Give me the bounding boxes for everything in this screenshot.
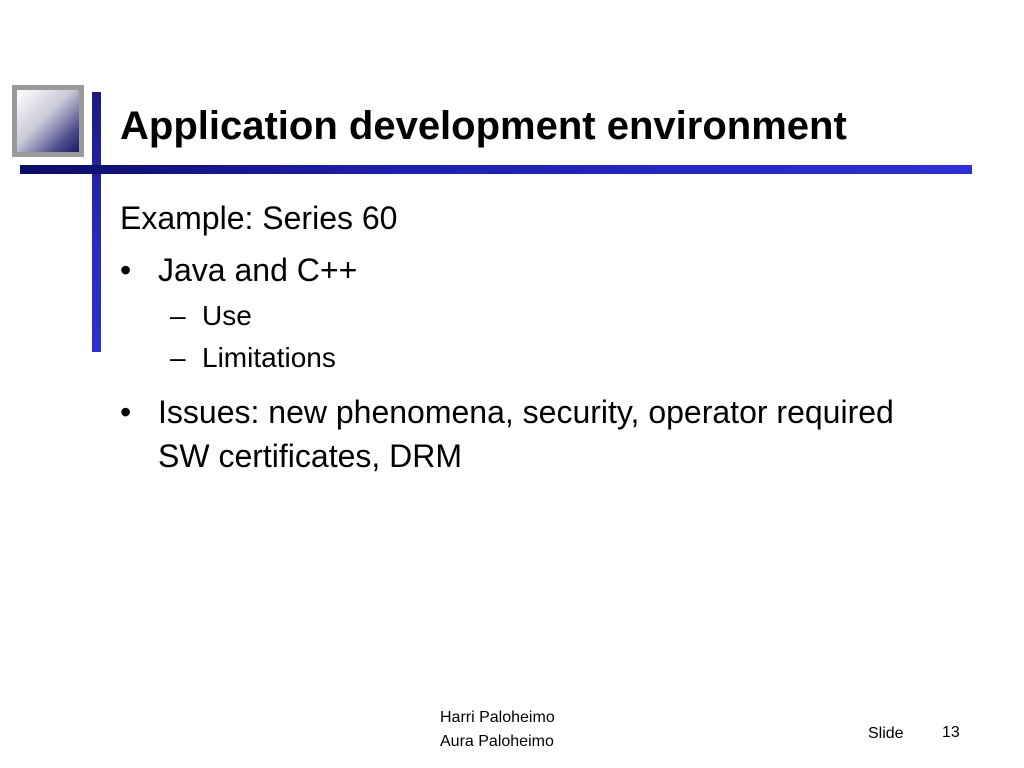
sub-bullet-marker: – bbox=[170, 300, 186, 331]
title-underline-bar bbox=[20, 165, 972, 174]
intro-line: Example: Series 60 bbox=[120, 200, 398, 236]
sub-bullet-limitations: – Limitations bbox=[170, 340, 920, 376]
sub-bullet-use: – Use bbox=[170, 298, 920, 334]
bullet-marker: • bbox=[120, 252, 132, 288]
decorative-vertical-bar bbox=[92, 92, 101, 352]
bullet-text: Java and C++ bbox=[158, 252, 358, 288]
sub-bullet-marker: – bbox=[170, 342, 186, 373]
bullet-text: Issues: new phenomena, security, operato… bbox=[158, 394, 894, 474]
decorative-gradient-square bbox=[12, 85, 84, 157]
slide-body: Example: Series 60 • Java and C++ – Use … bbox=[120, 196, 920, 478]
sub-bullet-text: Limitations bbox=[202, 342, 336, 373]
footer-authors: Harri Paloheimo Aura Paloheimo bbox=[440, 706, 555, 754]
bullet-java-cpp: • Java and C++ bbox=[120, 248, 920, 292]
sub-bullet-text: Use bbox=[202, 300, 252, 331]
bullet-issues: • Issues: new phenomena, security, opera… bbox=[120, 390, 920, 478]
footer-author: Aura Paloheimo bbox=[440, 733, 554, 750]
footer-slide-number: 13 bbox=[942, 724, 960, 741]
footer-slide-label: Slide bbox=[868, 725, 904, 742]
footer-author: Harri Paloheimo bbox=[440, 709, 555, 726]
slide-title: Application development environment bbox=[120, 104, 847, 148]
bullet-marker: • bbox=[120, 394, 132, 430]
